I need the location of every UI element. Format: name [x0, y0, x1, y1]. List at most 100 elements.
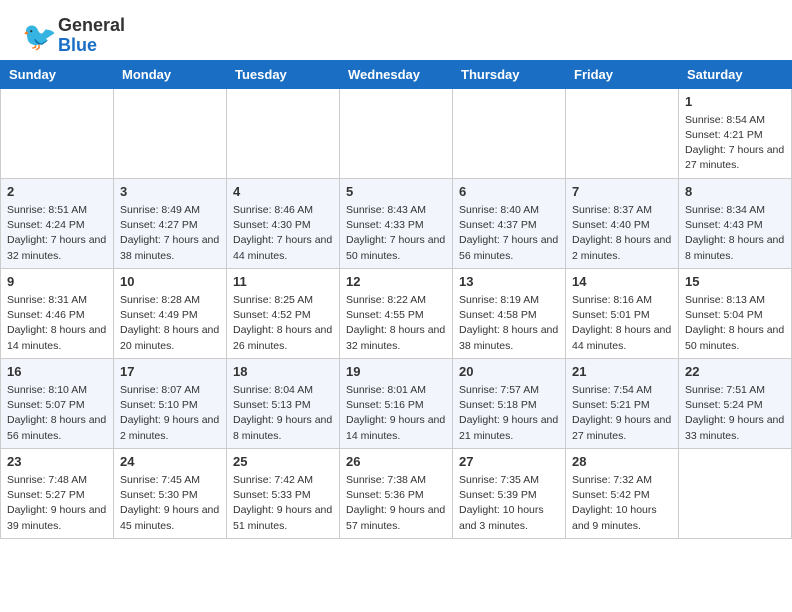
calendar-cell: 17 Sunrise: 8:07 AM Sunset: 5:10 PM Dayli…: [114, 358, 227, 448]
calendar-cell: 27Sunrise: 7:35 AM Sunset: 5:39 PM Dayli…: [453, 448, 566, 538]
weekday-header-saturday: Saturday: [679, 60, 792, 88]
day-info: Sunrise: 8:22 AM Sunset: 4:55 PM Dayligh…: [346, 293, 446, 354]
calendar-cell: 5 Sunrise: 8:43 AM Sunset: 4:33 PM Daylig…: [340, 178, 453, 268]
day-number: 2: [7, 183, 107, 201]
day-info: Sunrise: 8:01 AM Sunset: 5:16 PM Dayligh…: [346, 383, 446, 444]
logo: 🐦 General Blue: [20, 16, 125, 56]
weekday-header-thursday: Thursday: [453, 60, 566, 88]
calendar-cell: [340, 88, 453, 178]
calendar-cell: 10 Sunrise: 8:28 AM Sunset: 4:49 PM Dayli…: [114, 268, 227, 358]
day-number: 15: [685, 273, 785, 291]
day-number: 23: [7, 453, 107, 471]
calendar-cell: 24 Sunrise: 7:45 AM Sunset: 5:30 PM Dayli…: [114, 448, 227, 538]
day-info: Sunrise: 8:07 AM Sunset: 5:10 PM Dayligh…: [120, 383, 220, 444]
day-info: Sunrise: 7:45 AM Sunset: 5:30 PM Dayligh…: [120, 473, 220, 534]
calendar-cell: [1, 88, 114, 178]
day-info: Sunrise: 8:25 AM Sunset: 4:52 PM Dayligh…: [233, 293, 333, 354]
day-number: 13: [459, 273, 559, 291]
day-info: Sunrise: 8:37 AM Sunset: 4:40 PM Dayligh…: [572, 203, 672, 264]
weekday-header-monday: Monday: [114, 60, 227, 88]
day-number: 20: [459, 363, 559, 381]
calendar-cell: 20 Sunrise: 7:57 AM Sunset: 5:18 PM Dayli…: [453, 358, 566, 448]
calendar-cell: 26 Sunrise: 7:38 AM Sunset: 5:36 PM Dayli…: [340, 448, 453, 538]
calendar-cell: [227, 88, 340, 178]
day-number: 27: [459, 453, 559, 471]
calendar-cell: 1 Sunrise: 8:54 AM Sunset: 4:21 PM Daylig…: [679, 88, 792, 178]
day-info: Sunrise: 7:38 AM Sunset: 5:36 PM Dayligh…: [346, 473, 446, 534]
calendar-table: SundayMondayTuesdayWednesdayThursdayFrid…: [0, 60, 792, 539]
day-number: 12: [346, 273, 446, 291]
calendar-cell: 2 Sunrise: 8:51 AM Sunset: 4:24 PM Daylig…: [1, 178, 114, 268]
day-info: Sunrise: 7:51 AM Sunset: 5:24 PM Dayligh…: [685, 383, 785, 444]
day-info: Sunrise: 8:40 AM Sunset: 4:37 PM Dayligh…: [459, 203, 559, 264]
day-info: Sunrise: 8:04 AM Sunset: 5:13 PM Dayligh…: [233, 383, 333, 444]
calendar-cell: 18 Sunrise: 8:04 AM Sunset: 5:13 PM Dayli…: [227, 358, 340, 448]
day-info: Sunrise: 7:42 AM Sunset: 5:33 PM Dayligh…: [233, 473, 333, 534]
calendar-cell: [566, 88, 679, 178]
day-number: 8: [685, 183, 785, 201]
day-info: Sunrise: 8:16 AM Sunset: 5:01 PM Dayligh…: [572, 293, 672, 354]
day-info: Sunrise: 8:19 AM Sunset: 4:58 PM Dayligh…: [459, 293, 559, 354]
day-number: 3: [120, 183, 220, 201]
day-number: 17: [120, 363, 220, 381]
calendar-cell: 28 Sunrise: 7:32 AM Sunset: 5:42 PM Dayli…: [566, 448, 679, 538]
calendar-cell: 7 Sunrise: 8:37 AM Sunset: 4:40 PM Daylig…: [566, 178, 679, 268]
day-number: 18: [233, 363, 333, 381]
day-info: Sunrise: 8:28 AM Sunset: 4:49 PM Dayligh…: [120, 293, 220, 354]
calendar-cell: [679, 448, 792, 538]
calendar-cell: [114, 88, 227, 178]
calendar-cell: 3 Sunrise: 8:49 AM Sunset: 4:27 PM Daylig…: [114, 178, 227, 268]
weekday-header-wednesday: Wednesday: [340, 60, 453, 88]
day-info: Sunrise: 7:54 AM Sunset: 5:21 PM Dayligh…: [572, 383, 672, 444]
calendar-cell: 23 Sunrise: 7:48 AM Sunset: 5:27 PM Dayli…: [1, 448, 114, 538]
day-number: 14: [572, 273, 672, 291]
day-info: Sunrise: 7:32 AM Sunset: 5:42 PM Dayligh…: [572, 473, 672, 534]
calendar-cell: 15 Sunrise: 8:13 AM Sunset: 5:04 PM Dayli…: [679, 268, 792, 358]
logo-icon: 🐦: [20, 18, 56, 54]
day-number: 25: [233, 453, 333, 471]
day-info: Sunrise: 7:57 AM Sunset: 5:18 PM Dayligh…: [459, 383, 559, 444]
calendar-cell: 21 Sunrise: 7:54 AM Sunset: 5:21 PM Dayli…: [566, 358, 679, 448]
day-info: Sunrise: 8:34 AM Sunset: 4:43 PM Dayligh…: [685, 203, 785, 264]
calendar-cell: 4 Sunrise: 8:46 AM Sunset: 4:30 PM Daylig…: [227, 178, 340, 268]
weekday-header-sunday: Sunday: [1, 60, 114, 88]
day-number: 19: [346, 363, 446, 381]
day-info: Sunrise: 7:48 AM Sunset: 5:27 PM Dayligh…: [7, 473, 107, 534]
calendar-cell: [453, 88, 566, 178]
day-number: 6: [459, 183, 559, 201]
day-number: 5: [346, 183, 446, 201]
calendar-cell: 6 Sunrise: 8:40 AM Sunset: 4:37 PM Daylig…: [453, 178, 566, 268]
svg-text:🐦: 🐦: [22, 21, 56, 52]
calendar-cell: 16 Sunrise: 8:10 AM Sunset: 5:07 PM Dayli…: [1, 358, 114, 448]
calendar-cell: 13 Sunrise: 8:19 AM Sunset: 4:58 PM Dayli…: [453, 268, 566, 358]
calendar-cell: 9Sunrise: 8:31 AM Sunset: 4:46 PM Daylig…: [1, 268, 114, 358]
day-info: Sunrise: 8:10 AM Sunset: 5:07 PM Dayligh…: [7, 383, 107, 444]
day-info: Sunrise: 8:31 AM Sunset: 4:46 PM Dayligh…: [7, 293, 107, 354]
day-number: 22: [685, 363, 785, 381]
day-info: Sunrise: 8:54 AM Sunset: 4:21 PM Dayligh…: [685, 113, 785, 174]
day-info: Sunrise: 8:51 AM Sunset: 4:24 PM Dayligh…: [7, 203, 107, 264]
calendar-cell: 11 Sunrise: 8:25 AM Sunset: 4:52 PM Dayli…: [227, 268, 340, 358]
calendar-cell: 8 Sunrise: 8:34 AM Sunset: 4:43 PM Daylig…: [679, 178, 792, 268]
day-info: Sunrise: 8:13 AM Sunset: 5:04 PM Dayligh…: [685, 293, 785, 354]
day-number: 7: [572, 183, 672, 201]
day-info: Sunrise: 8:46 AM Sunset: 4:30 PM Dayligh…: [233, 203, 333, 264]
day-number: 10: [120, 273, 220, 291]
day-number: 26: [346, 453, 446, 471]
day-number: 4: [233, 183, 333, 201]
day-number: 28: [572, 453, 672, 471]
day-info: Sunrise: 8:43 AM Sunset: 4:33 PM Dayligh…: [346, 203, 446, 264]
day-number: 21: [572, 363, 672, 381]
calendar-cell: 22 Sunrise: 7:51 AM Sunset: 5:24 PM Dayli…: [679, 358, 792, 448]
day-info: Sunrise: 8:49 AM Sunset: 4:27 PM Dayligh…: [120, 203, 220, 264]
day-number: 16: [7, 363, 107, 381]
logo-text: General Blue: [58, 16, 125, 56]
page-header: 🐦 General Blue: [0, 0, 792, 60]
calendar-cell: 19 Sunrise: 8:01 AM Sunset: 5:16 PM Dayli…: [340, 358, 453, 448]
day-number: 24: [120, 453, 220, 471]
day-number: 1: [685, 93, 785, 111]
weekday-header-tuesday: Tuesday: [227, 60, 340, 88]
day-number: 11: [233, 273, 333, 291]
calendar-cell: 14 Sunrise: 8:16 AM Sunset: 5:01 PM Dayli…: [566, 268, 679, 358]
weekday-header-friday: Friday: [566, 60, 679, 88]
